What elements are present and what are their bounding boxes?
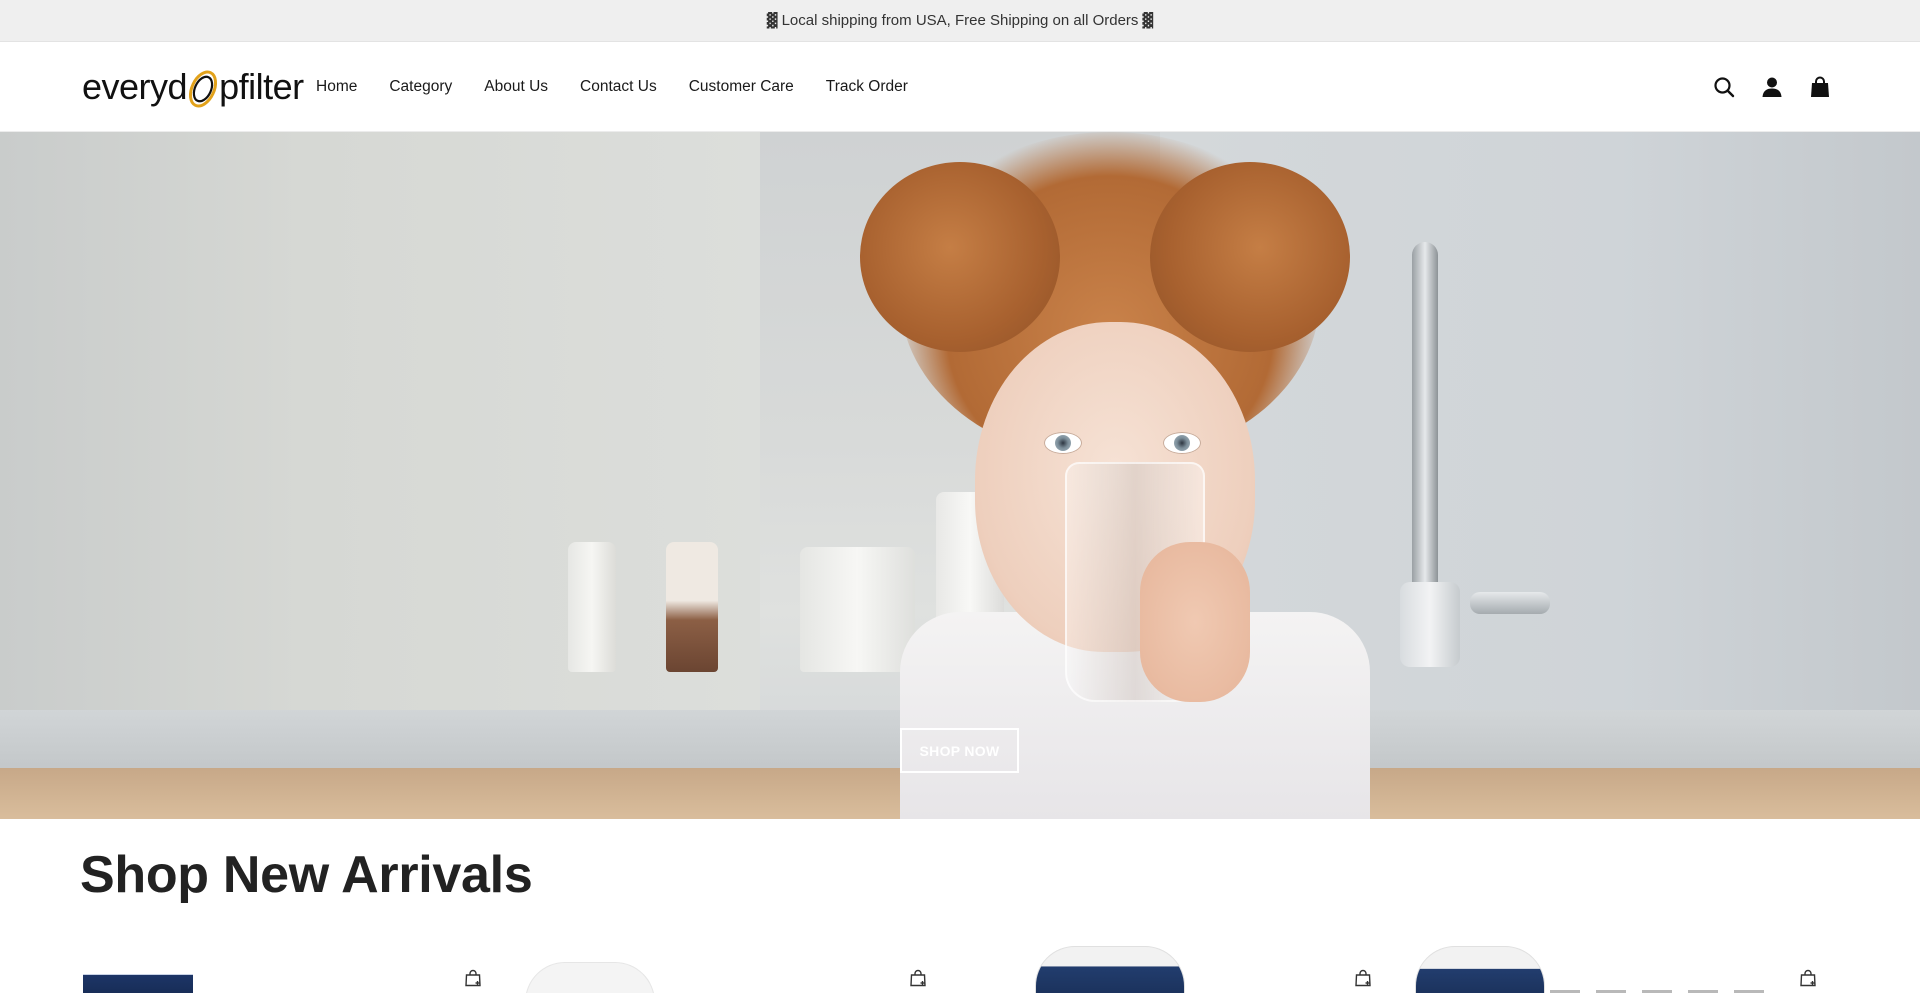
nav-contact-us[interactable]: Contact Us [580,78,657,96]
search-icon[interactable] [1712,75,1736,99]
product-card[interactable] [1415,940,1816,993]
shop-now-button[interactable]: SHOP NOW [900,728,1019,773]
nav-customer-care[interactable]: Customer Care [689,78,794,96]
product-card[interactable] [525,940,926,993]
hero-hand [1140,542,1250,702]
product-image[interactable] [1415,946,1545,993]
hero-eye-left [1044,432,1082,454]
hero-hair-bun-left [860,162,1060,352]
add-to-cart-icon[interactable] [462,967,484,989]
hero-banner [0,132,1920,819]
product-row [0,940,1920,993]
announcement-right-glyph: ▓ [1142,12,1154,29]
hero-faucet-base [1400,582,1460,667]
product-image[interactable] [525,962,655,993]
nav-home[interactable]: Home [316,78,357,96]
add-to-cart-icon[interactable] [1352,967,1374,989]
product-image[interactable] [83,974,193,993]
header-actions [1712,42,1832,132]
hero-eye-right [1163,432,1201,454]
section-title: Shop New Arrivals [80,846,533,904]
hero-jar [568,542,616,672]
hero-faucet-arm [1470,592,1550,614]
logo-text-suffix: pfilter [219,66,304,107]
hero-jar [666,542,718,672]
hero-hair-bun-right [1150,162,1350,352]
product-card[interactable] [970,940,1371,993]
hero-background-left [0,132,760,712]
account-icon[interactable] [1760,75,1784,99]
announcement-bar: ▓ Local shipping from USA, Free Shipping… [0,0,1920,42]
main-nav: Home Category About Us Contact Us Custom… [316,42,940,132]
hero-jar [800,547,915,672]
site-logo[interactable]: everyd pfilter [82,62,304,112]
logo-text-prefix: everyd [82,66,188,107]
logo-ring-icon [188,65,218,109]
nav-about-us[interactable]: About Us [484,78,548,96]
product-card[interactable] [80,940,481,993]
add-to-cart-icon[interactable] [1797,967,1819,989]
site-header: everyd pfilter Home Category About Us Co… [0,42,1920,132]
announcement-text: Local shipping from USA, Free Shipping o… [781,12,1139,29]
nav-category[interactable]: Category [389,78,452,96]
product-image[interactable] [1035,946,1185,993]
bag-icon[interactable] [1808,75,1832,99]
add-to-cart-icon[interactable] [907,967,929,989]
announcement-left-glyph: ▓ [766,12,778,29]
nav-track-order[interactable]: Track Order [826,78,908,96]
